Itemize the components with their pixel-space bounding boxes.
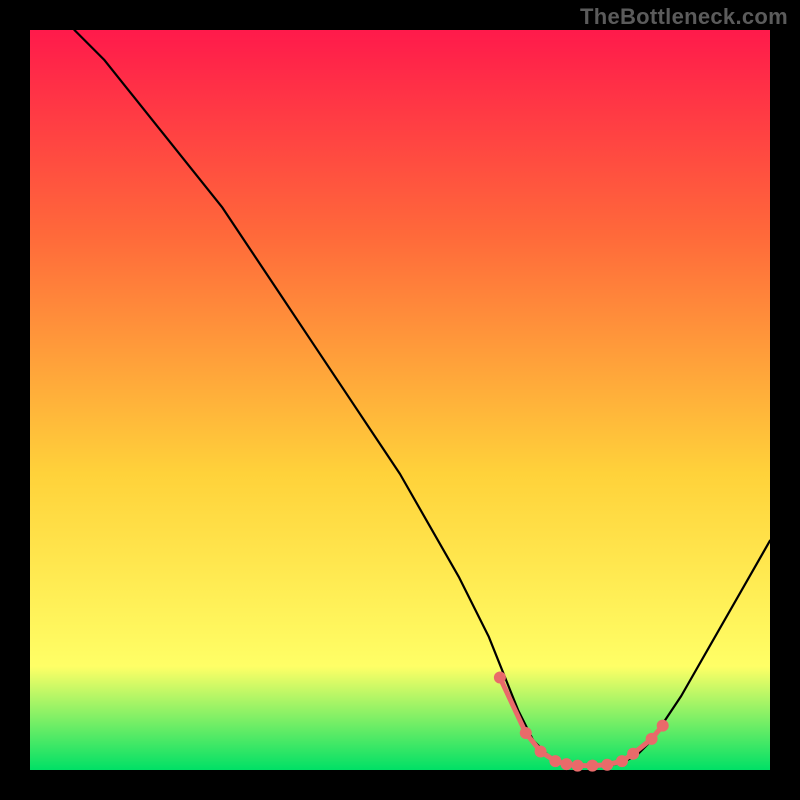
marker-dot — [601, 759, 613, 771]
marker-dot — [561, 758, 573, 770]
marker-dot — [646, 733, 658, 745]
marker-dot — [520, 727, 532, 739]
marker-dot — [586, 760, 598, 772]
watermark-text: TheBottleneck.com — [580, 4, 788, 30]
marker-dot — [627, 748, 639, 760]
marker-dot — [535, 746, 547, 758]
marker-dot — [494, 672, 506, 684]
chart-svg — [0, 0, 800, 800]
chart-frame: TheBottleneck.com — [0, 0, 800, 800]
marker-dot — [572, 760, 584, 772]
plot-background — [30, 30, 770, 770]
marker-dot — [549, 755, 561, 767]
marker-dot — [616, 755, 628, 767]
marker-dot — [657, 720, 669, 732]
